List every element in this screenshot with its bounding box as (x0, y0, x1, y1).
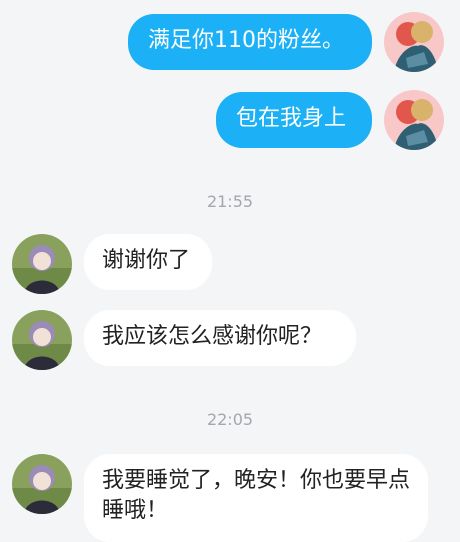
incoming-message-bubble[interactable]: 我要睡觉了，晚安！你也要早点睡哦！ (84, 454, 428, 542)
my-avatar[interactable] (384, 12, 444, 72)
message-text: 满足你110的粉丝。 (148, 28, 344, 53)
message-text: 我应该怎么感谢你呢？ (102, 324, 323, 349)
purple-hair-boy-avatar-icon (12, 310, 72, 370)
contact-avatar[interactable] (12, 234, 72, 294)
outgoing-message-bubble[interactable]: 包在我身上 (216, 92, 372, 148)
timestamp: 22:05 (206, 410, 254, 429)
purple-hair-boy-avatar-icon (12, 234, 72, 294)
message-text: 我要睡觉了，晚安！你也要早点睡哦！ (102, 468, 411, 523)
incoming-message-bubble[interactable]: 谢谢你了 (84, 234, 212, 290)
outgoing-message-bubble[interactable]: 满足你110的粉丝。 (128, 14, 372, 70)
anime-couple-avatar-icon (384, 12, 444, 72)
incoming-message-bubble[interactable]: 我应该怎么感谢你呢？ (84, 310, 356, 366)
contact-avatar[interactable] (12, 454, 72, 514)
timestamp: 21:55 (206, 192, 254, 211)
purple-hair-boy-avatar-icon (12, 454, 72, 514)
anime-couple-avatar-icon (384, 90, 444, 150)
contact-avatar[interactable] (12, 310, 72, 370)
message-text: 包在我身上 (236, 106, 347, 131)
message-text: 谢谢你了 (102, 248, 191, 273)
my-avatar[interactable] (384, 90, 444, 150)
